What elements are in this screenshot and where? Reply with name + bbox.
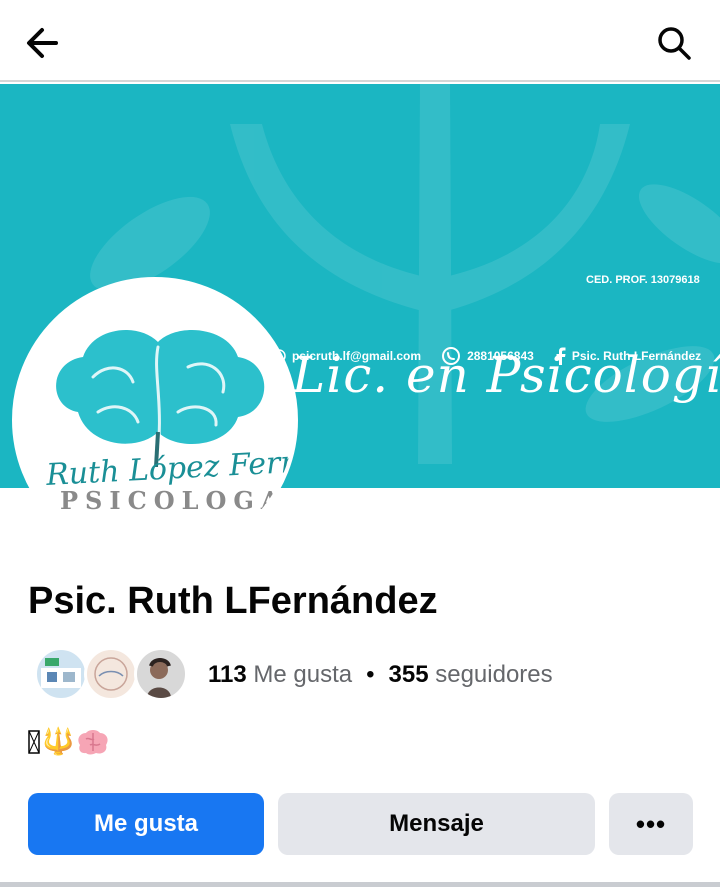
- email-text: psicruth.lf@gmail.com: [292, 349, 422, 363]
- facebook-contact: Psic. Ruth LFernández: [554, 347, 701, 365]
- message-button[interactable]: Mensaje: [278, 793, 595, 855]
- missing-glyph-icon: [28, 729, 40, 754]
- divider: [0, 882, 720, 887]
- more-options-button[interactable]: •••: [609, 793, 693, 855]
- phone-text: 2881056843: [467, 349, 534, 363]
- search-button[interactable]: [646, 15, 702, 71]
- avatar-role: PSICOLOGA: [60, 486, 287, 515]
- separator-dot: •: [366, 661, 375, 688]
- brain-icon: [78, 729, 108, 754]
- arrow-left-icon: [27, 28, 58, 58]
- email-contact: psicruth.lf@gmail.com: [272, 349, 421, 363]
- contact-line: psicruth.lf@gmail.com 2881056843 Psic. R…: [272, 346, 701, 366]
- follower-avatar: [34, 647, 88, 701]
- follower-avatar: [84, 647, 138, 701]
- friend-avatars[interactable]: [34, 645, 190, 705]
- likes-followers-summary[interactable]: 113 Me gusta • 355 seguidores: [208, 661, 553, 689]
- top-bar: [0, 0, 720, 82]
- follower-avatar: [134, 647, 188, 701]
- followers-count: 355: [388, 661, 429, 688]
- whatsapp-icon: [442, 347, 461, 365]
- likes-label: Me gusta: [253, 661, 353, 688]
- whatsapp-contact: 2881056843: [441, 346, 534, 366]
- license-number: CED. PROF. 13079618: [586, 274, 700, 286]
- page-stats: 113 Me gusta • 355 seguidores: [34, 645, 553, 705]
- trident-emoji: 🔱: [42, 726, 75, 756]
- likes-count: 113: [208, 661, 247, 688]
- followers-label: seguidores: [435, 661, 553, 688]
- page-title: Psic. Ruth LFernández: [28, 580, 438, 622]
- facebook-f-icon: [556, 347, 566, 365]
- back-button[interactable]: [14, 15, 70, 71]
- like-button[interactable]: Me gusta: [28, 793, 264, 855]
- page-bio: 🔱: [28, 726, 110, 757]
- search-icon: [658, 27, 691, 60]
- profile-picture[interactable]: Ruth López Fernández PSICOLOGA: [12, 277, 298, 563]
- facebook-text: Psic. Ruth LFernández: [571, 349, 702, 363]
- brain-logo: [56, 330, 265, 467]
- more-dots-icon: •••: [635, 808, 667, 839]
